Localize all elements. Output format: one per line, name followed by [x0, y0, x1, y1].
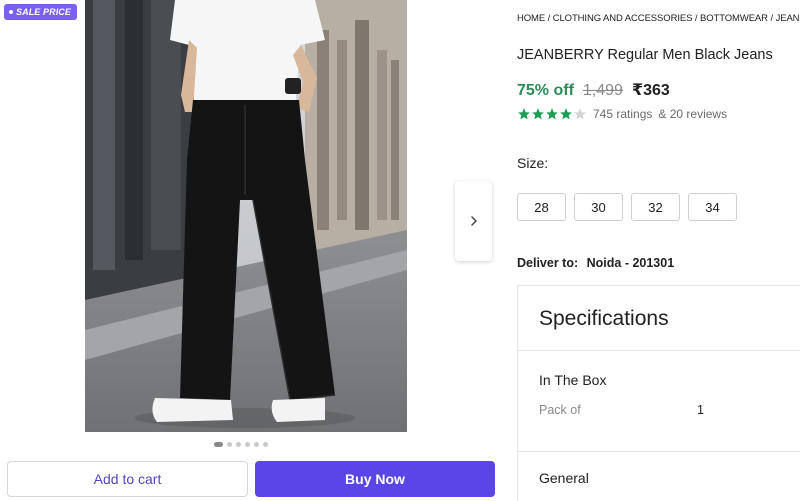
- carousel-dot[interactable]: [227, 442, 232, 447]
- breadcrumb-item[interactable]: Bottomwear: [700, 13, 768, 24]
- rating-row[interactable]: 745 ratings & 20 reviews: [517, 107, 727, 121]
- star-filled-icon: [518, 108, 530, 120]
- carousel-dot[interactable]: [214, 442, 223, 447]
- spec-value-pack-of: 1: [697, 403, 704, 417]
- spec-section-in-the-box: In The Box: [539, 372, 607, 388]
- spec-key-pack-of: Pack of: [539, 403, 581, 417]
- divider: [518, 451, 800, 452]
- size-option[interactable]: 32: [631, 193, 680, 221]
- carousel-dot[interactable]: [254, 442, 259, 447]
- specifications-title: Specifications: [539, 307, 669, 330]
- product-photo: [85, 0, 407, 432]
- selling-price: ₹363: [631, 82, 670, 99]
- next-image-button[interactable]: [455, 181, 492, 261]
- badge-dot-icon: [9, 10, 13, 14]
- star-empty-icon: [574, 108, 586, 120]
- product-gallery: SALE PRICE Add to cart Buy Now: [0, 0, 500, 501]
- chevron-right-icon: [470, 216, 477, 226]
- carousel-dot[interactable]: [245, 442, 250, 447]
- star-filled-icon: [546, 108, 558, 120]
- deliver-label: Deliver to:: [517, 256, 579, 270]
- star-filled-icon: [560, 108, 572, 120]
- breadcrumb: Home / Clothing and Accessories / Bottom…: [517, 13, 800, 24]
- discount-label: 75% off: [517, 82, 574, 99]
- breadcrumb-separator: /: [767, 13, 776, 24]
- size-option[interactable]: 28: [517, 193, 566, 221]
- price-row: 75% off 1,499 ₹363: [517, 80, 670, 100]
- spec-section-general[interactable]: General: [539, 470, 589, 486]
- sale-badge-label: SALE PRICE: [16, 7, 72, 17]
- delivery-location: Deliver to: Noida - 201301: [517, 256, 674, 270]
- carousel-indicator: [214, 442, 268, 447]
- divider: [518, 350, 800, 351]
- ratings-count: 745 ratings: [593, 107, 653, 121]
- breadcrumb-item[interactable]: Clothing and Accessories: [553, 13, 693, 24]
- breadcrumb-item[interactable]: Jeans: [776, 13, 800, 24]
- original-price: 1,499: [582, 82, 623, 99]
- breadcrumb-separator: /: [545, 13, 553, 24]
- deliver-location-value[interactable]: Noida - 201301: [587, 256, 675, 270]
- size-option[interactable]: 34: [688, 193, 737, 221]
- add-to-cart-button[interactable]: Add to cart: [7, 461, 248, 497]
- rating-stars: [517, 107, 587, 121]
- product-main-image[interactable]: [85, 0, 407, 432]
- breadcrumb-separator: /: [692, 13, 700, 24]
- product-title: JEANBERRY Regular Men Black Jeans: [517, 47, 773, 63]
- product-details: Home / Clothing and Accessories / Bottom…: [517, 0, 800, 501]
- star-filled-icon: [532, 108, 544, 120]
- sale-price-badge: SALE PRICE: [4, 4, 78, 20]
- size-options: 28 30 32 34: [517, 193, 737, 221]
- specifications-panel: Specifications In The Box Pack of 1 Gene…: [517, 285, 800, 501]
- buy-now-button[interactable]: Buy Now: [255, 461, 495, 497]
- carousel-dot[interactable]: [236, 442, 241, 447]
- reviews-count: & 20 reviews: [658, 107, 728, 121]
- breadcrumb-item[interactable]: Home: [517, 13, 545, 24]
- carousel-dot[interactable]: [263, 442, 268, 447]
- size-label: Size:: [517, 155, 549, 171]
- size-option[interactable]: 30: [574, 193, 623, 221]
